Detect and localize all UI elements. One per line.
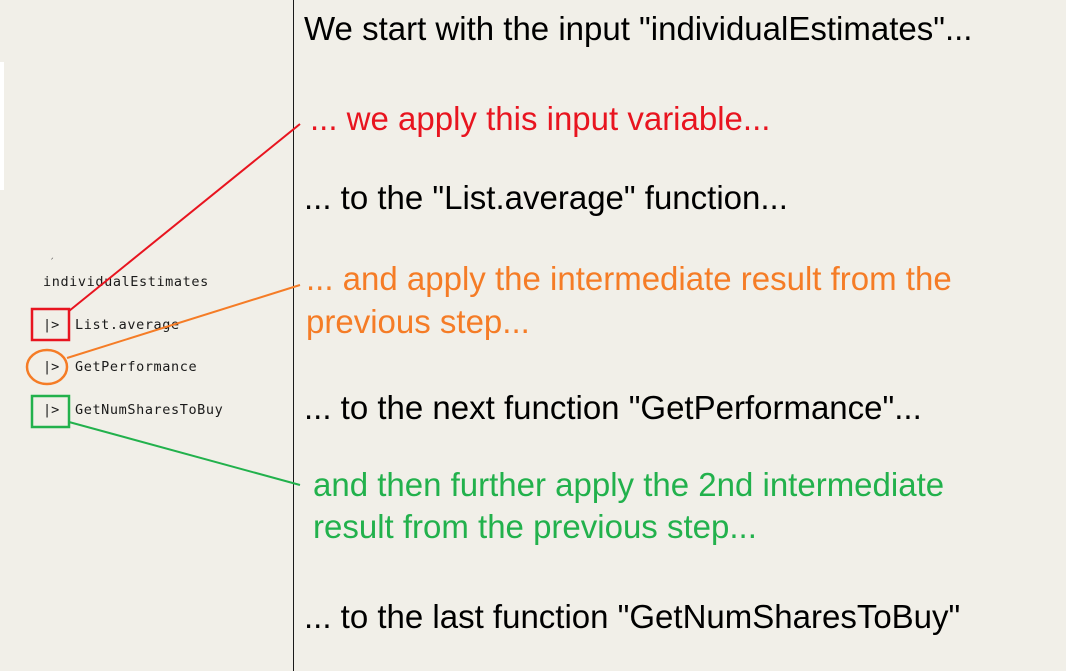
pipe-operator-2: |> — [43, 359, 60, 375]
note-apply-input: ... we apply this input variable... — [310, 100, 771, 137]
input-variable: individualEstimates — [43, 274, 209, 290]
pipe-operator-1: |> — [43, 317, 60, 333]
tick-mark: ´ — [49, 258, 55, 268]
note-to-list-average: ... to the "List.average" function... — [304, 179, 788, 216]
note-to-get-performance: ... to the next function "GetPerformance… — [304, 389, 922, 426]
note-apply-intermediate-line1: ... and apply the intermediate result fr… — [306, 260, 952, 297]
code-panel: ´ individualEstimates |> List.average |>… — [0, 0, 293, 671]
note-to-get-num-shares: ... to the last function "GetNumSharesTo… — [304, 598, 961, 635]
panel-edge-strip — [0, 62, 4, 190]
note-apply-intermediate-line2: previous step... — [306, 303, 530, 340]
function-get-num-shares-to-buy: GetNumSharesToBuy — [75, 402, 224, 418]
note-apply-second-intermediate-line2: result from the previous step... — [313, 508, 757, 545]
function-list-average: List.average — [75, 317, 180, 333]
note-start-input: We start with the input "individualEstim… — [304, 10, 973, 47]
function-get-performance: GetPerformance — [75, 359, 198, 375]
vertical-divider — [293, 0, 294, 671]
note-apply-second-intermediate-line1: and then further apply the 2nd intermedi… — [313, 466, 945, 503]
pipe-operator-3: |> — [43, 402, 60, 418]
